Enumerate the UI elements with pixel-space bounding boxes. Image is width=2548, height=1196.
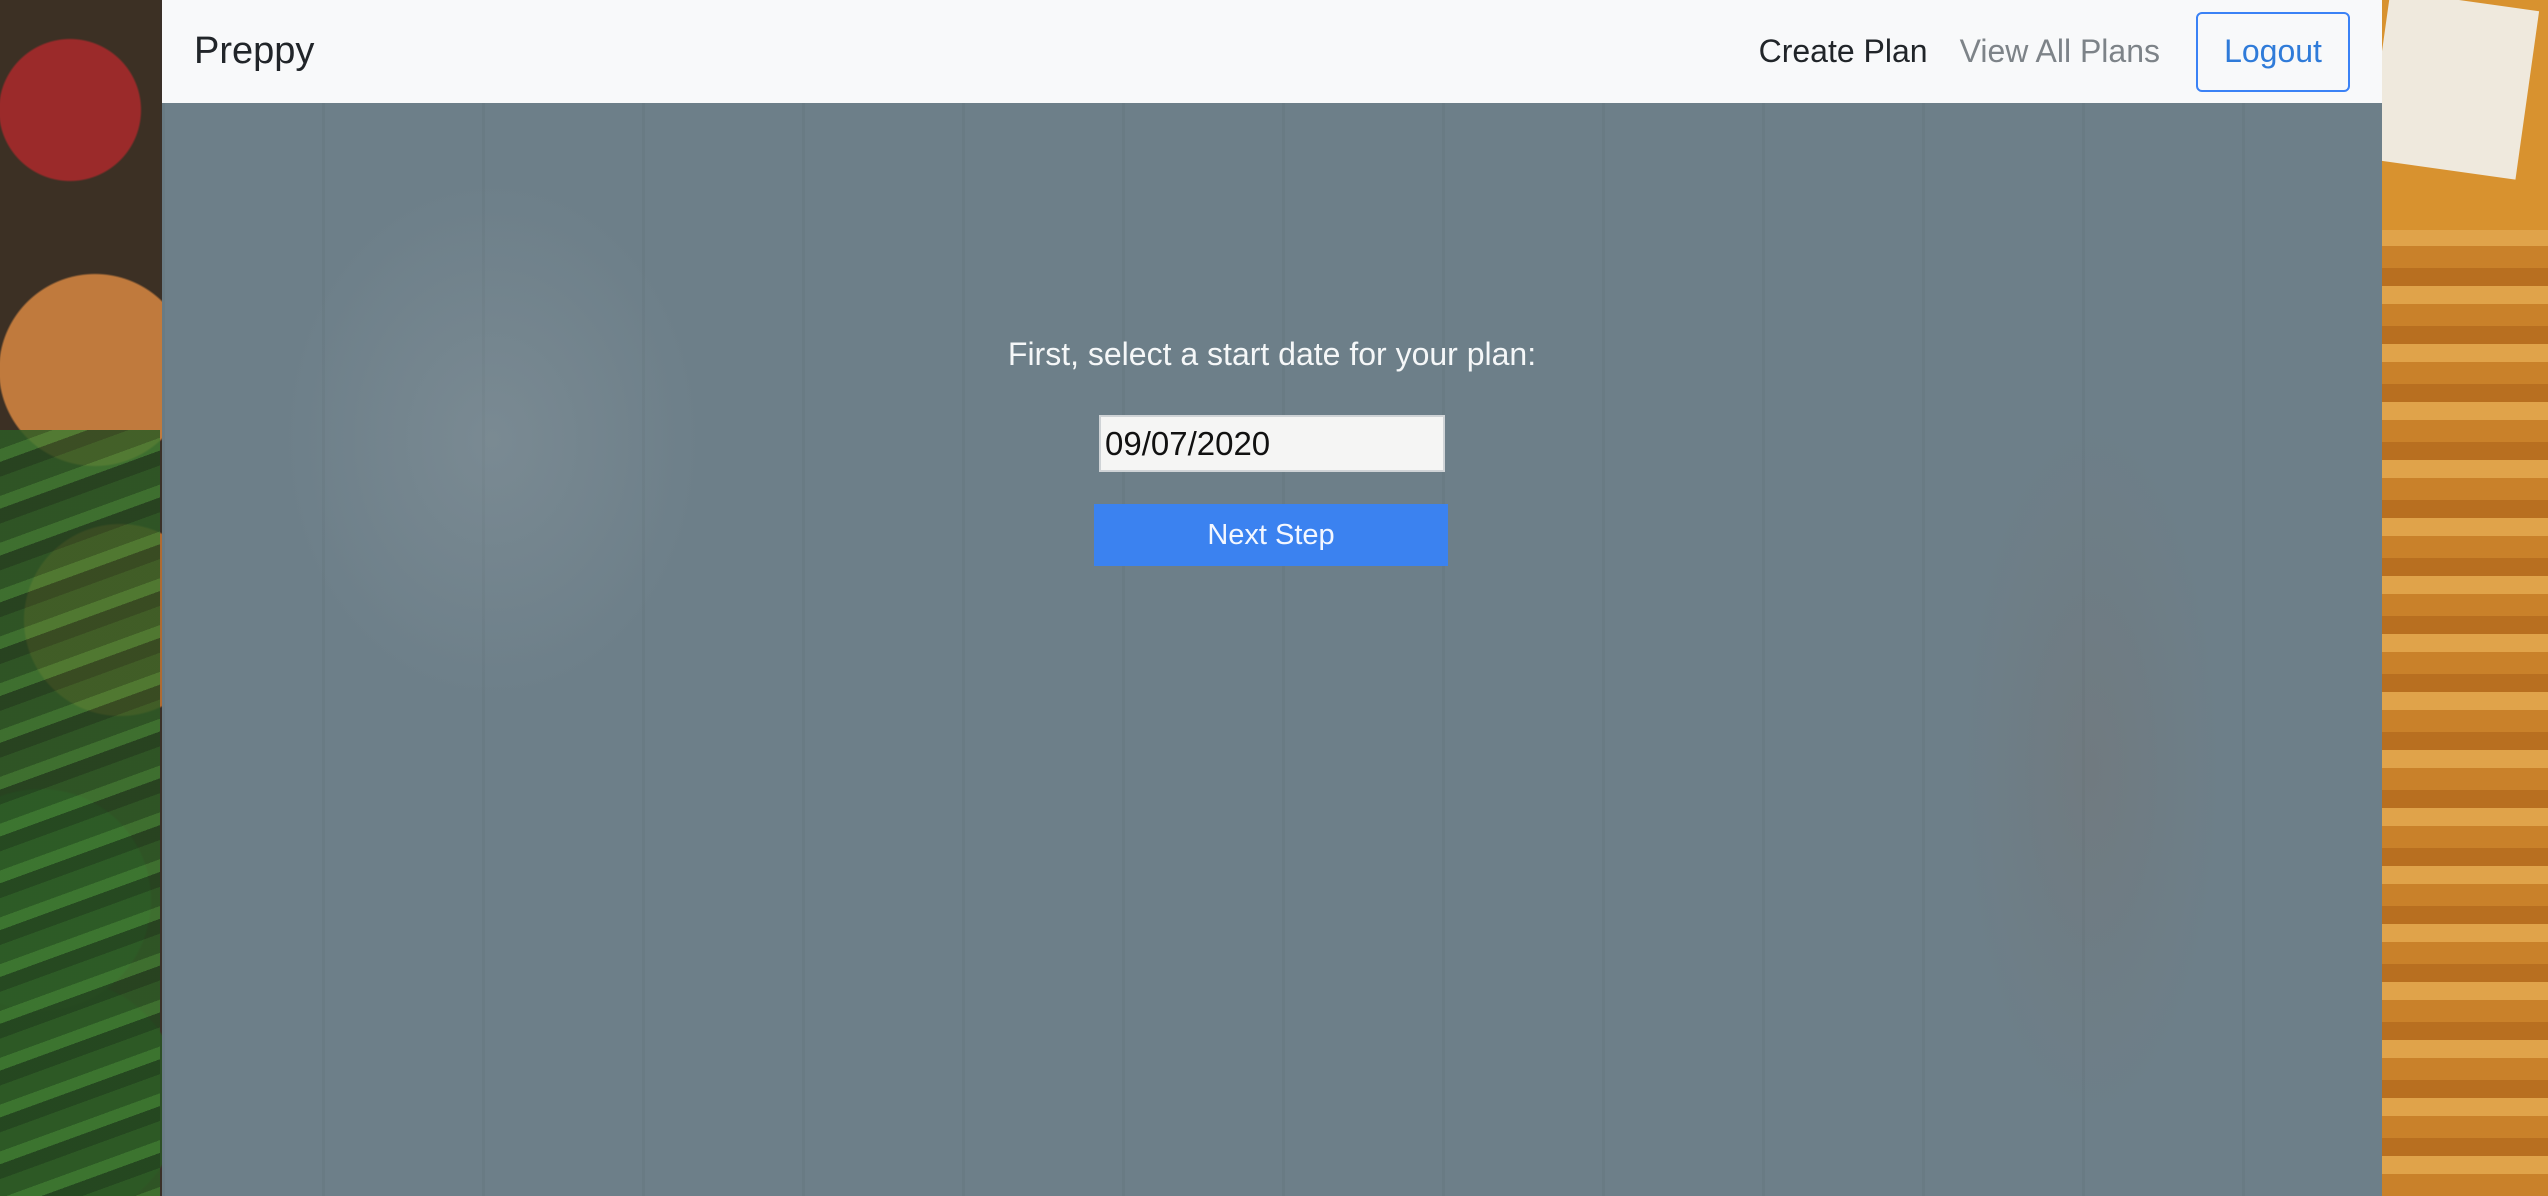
background-note xyxy=(2366,0,2540,180)
logout-button[interactable]: Logout xyxy=(2196,11,2350,92)
brand-logo[interactable]: Preppy xyxy=(194,30,314,73)
nav-link-create-plan[interactable]: Create Plan xyxy=(1759,33,1928,70)
background-bread xyxy=(2378,230,2548,1196)
next-step-button[interactable]: Next Step xyxy=(1094,504,1448,566)
start-date-input[interactable] xyxy=(1099,415,1445,472)
main-content-panel xyxy=(162,0,2382,1196)
background-herbs xyxy=(0,430,160,1196)
top-navbar: Preppy Create Plan View All Plans Logout xyxy=(162,0,2382,103)
nav-link-view-all-plans[interactable]: View All Plans xyxy=(1960,33,2160,70)
panel-texture xyxy=(1962,420,2222,1120)
panel-texture xyxy=(282,180,702,700)
